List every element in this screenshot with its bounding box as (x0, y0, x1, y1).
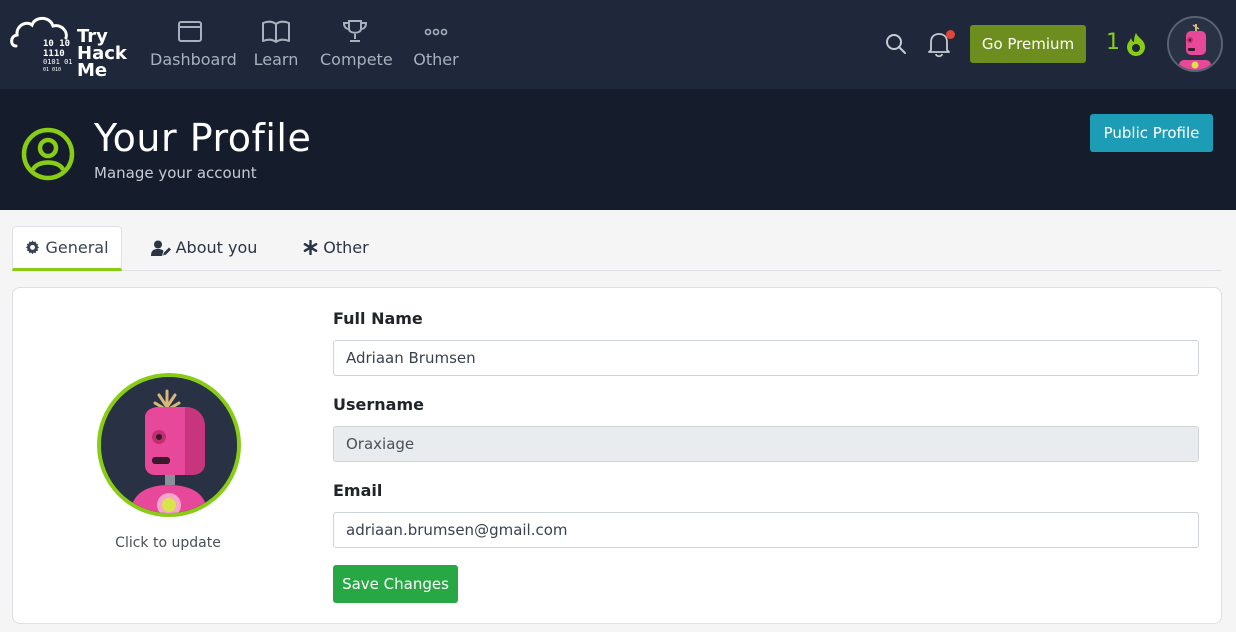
username-input (333, 426, 1199, 462)
avatar-caption: Click to update (115, 535, 221, 551)
dots-icon (424, 28, 448, 36)
nav-item-dashboard[interactable]: Dashboard (150, 18, 237, 69)
svg-text:10 10: 10 10 (43, 39, 70, 49)
tab-other[interactable]: Other (294, 226, 378, 269)
logo-text-me: Me (77, 60, 108, 81)
book-icon (262, 20, 290, 43)
nav-item-learn[interactable]: Learn (250, 18, 302, 69)
nav-item-other[interactable]: Other (410, 18, 462, 69)
nav-label-other: Other (413, 50, 459, 69)
profile-header: Your Profile Manage your account Public … (0, 89, 1236, 210)
streak-count: 1 (1106, 30, 1120, 55)
tab-general[interactable]: General (12, 226, 122, 271)
search-icon[interactable] (884, 32, 908, 56)
cloud-binary-logo-icon: 10 10 1110 0101 01 01 010 (10, 16, 73, 73)
gear-icon (26, 240, 40, 255)
profile-tabs: General About you Other (12, 226, 1222, 271)
page-title: Your Profile (94, 116, 312, 160)
robot-avatar-icon (101, 377, 237, 513)
general-settings-card: Click to update Full Name Username Email… (12, 287, 1222, 624)
tab-about-you-label: About you (175, 238, 258, 257)
save-changes-button[interactable]: Save Changes (333, 565, 458, 603)
nav-item-compete[interactable]: Compete (320, 18, 393, 69)
full-name-label: Full Name (333, 309, 423, 328)
asterisk-icon (303, 240, 318, 255)
tab-about-you[interactable]: About you (144, 226, 264, 269)
user-avatar[interactable] (1167, 16, 1223, 72)
nav-label-compete: Compete (320, 50, 393, 69)
svg-text:01 010: 01 010 (43, 67, 61, 73)
username-label: Username (333, 395, 424, 414)
public-profile-button[interactable]: Public Profile (1090, 114, 1213, 152)
tryhackme-logo[interactable]: 10 10 1110 0101 01 01 010 Try Hack Me (10, 10, 130, 80)
page-subtitle: Manage your account (94, 164, 257, 182)
nav-label-learn: Learn (253, 50, 299, 69)
email-input[interactable] (333, 512, 1199, 548)
flame-icon (1127, 33, 1145, 56)
trophy-icon (342, 20, 368, 42)
svg-text:0101 01: 0101 01 (43, 58, 72, 66)
nav-label-dashboard: Dashboard (150, 50, 237, 69)
top-navbar: 10 10 1110 0101 01 01 010 Try Hack Me Da… (0, 0, 1236, 89)
dashboard-icon (178, 21, 202, 42)
user-edit-icon (150, 240, 171, 256)
notification-dot (946, 30, 955, 39)
tab-other-label: Other (323, 238, 369, 257)
go-premium-button[interactable]: Go Premium (970, 25, 1086, 63)
tab-general-label: General (45, 238, 109, 257)
robot-avatar-icon (1169, 18, 1221, 70)
full-name-input[interactable] (333, 340, 1199, 376)
email-label: Email (333, 481, 383, 500)
profile-picture-upload[interactable] (97, 373, 241, 517)
user-circle-icon (21, 127, 75, 181)
